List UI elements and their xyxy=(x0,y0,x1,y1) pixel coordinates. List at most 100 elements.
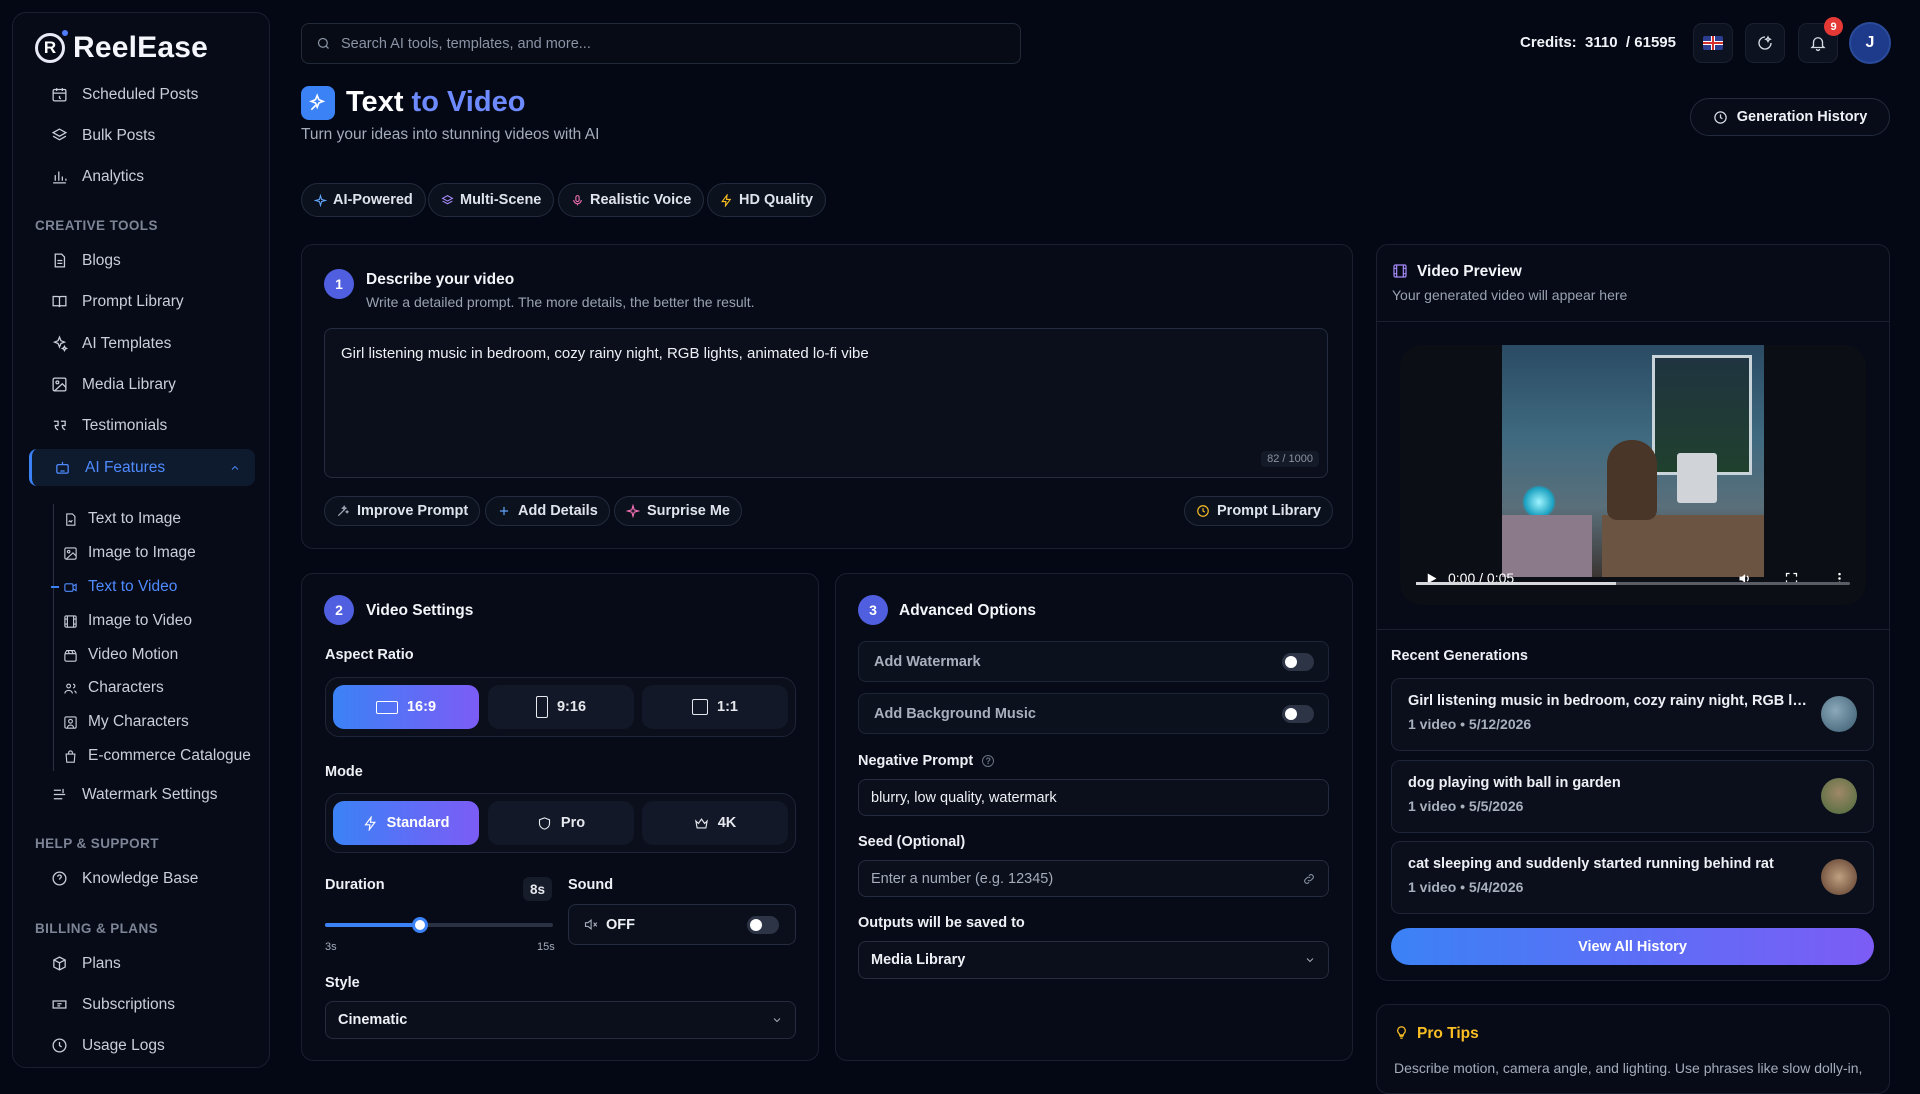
crown-icon xyxy=(694,817,708,828)
sidebar-subitem-text-to-video[interactable]: Text to Video xyxy=(50,572,177,602)
search-input[interactable] xyxy=(341,35,981,52)
recent-generation-item[interactable]: dog playing with ball in garden 1 video … xyxy=(1391,760,1874,833)
app-logo[interactable]: R ReelEase xyxy=(35,30,208,65)
language-button[interactable] xyxy=(1693,23,1733,63)
sidebar-item-testimonials[interactable]: Testimonials xyxy=(29,407,255,444)
view-all-history-button[interactable]: View All History xyxy=(1391,928,1874,965)
aspect-9-16-option[interactable]: 9:16 xyxy=(488,685,634,729)
sidebar-subitem-text-to-image[interactable]: Text to Image xyxy=(63,504,181,534)
sound-toggle[interactable] xyxy=(747,916,779,934)
clock-icon xyxy=(1197,505,1209,517)
video-player[interactable]: 0:00 / 0:05 xyxy=(1400,345,1866,605)
sidebar-subitem-characters[interactable]: Characters xyxy=(63,673,164,703)
plus-icon xyxy=(499,506,509,516)
mode-option-label: Pro xyxy=(560,815,586,831)
sidebar-item-ai-features[interactable]: AI Features xyxy=(29,449,255,486)
chip-ai-powered: AI-Powered xyxy=(301,183,426,217)
aspect-1-1-option[interactable]: 1:1 xyxy=(642,685,788,729)
sidebar-subitem-my-characters[interactable]: My Characters xyxy=(63,707,189,737)
sidebar-subitem-image-to-video[interactable]: Image to Video xyxy=(63,606,192,636)
aspect-ratio-selector: 16:9 9:16 1:1 xyxy=(325,677,796,737)
prompt-library-button[interactable]: Prompt Library xyxy=(1184,496,1333,526)
sidebar-item-prompt-library[interactable]: Prompt Library xyxy=(29,283,255,320)
sidebar-subitem-image-to-image[interactable]: Image to Image xyxy=(63,538,196,568)
sidebar-item-blogs[interactable]: Blogs xyxy=(29,242,255,279)
square-ratio-icon xyxy=(692,699,709,715)
sound-value: OFF xyxy=(606,916,635,933)
duration-slider-handle[interactable] xyxy=(412,917,428,933)
seed-input[interactable]: Enter a number (e.g. 12345) xyxy=(858,860,1329,897)
sidebar-item-ai-templates[interactable]: AI Templates xyxy=(29,325,255,362)
microphone-icon xyxy=(573,194,582,205)
add-details-button[interactable]: Add Details xyxy=(485,496,610,526)
watermark-toggle[interactable] xyxy=(1282,653,1314,671)
sidebar-item-label: Usage Logs xyxy=(82,1036,165,1054)
lightbulb-icon xyxy=(1397,1026,1406,1039)
credits-used: 3110 xyxy=(1585,34,1618,51)
sidebar-subitem-label: My Characters xyxy=(88,713,189,730)
search-bar[interactable] xyxy=(301,23,1021,64)
duration-min-label: 3s xyxy=(325,941,337,953)
sidebar-item-knowledge-base[interactable]: Knowledge Base xyxy=(29,860,255,897)
mode-pro-option[interactable]: Pro xyxy=(488,801,634,845)
recent-generation-item[interactable]: cat sleeping and suddenly started runnin… xyxy=(1391,841,1874,914)
sidebar-item-label: AI Features xyxy=(85,458,166,476)
sidebar-item-bulk-posts[interactable]: Bulk Posts xyxy=(29,117,255,154)
sidebar-item-scheduled-posts[interactable]: Scheduled Posts xyxy=(29,76,255,113)
generation-history-button[interactable]: Generation History xyxy=(1690,98,1890,136)
history-clock-icon xyxy=(1713,110,1727,124)
describe-title: Describe your video xyxy=(366,271,515,288)
section-help-support: HELP & SUPPORT xyxy=(35,836,159,851)
aspect-16-9-option[interactable]: 16:9 xyxy=(333,685,479,729)
generation-thumbnail xyxy=(1821,859,1857,895)
sidebar-item-analytics[interactable]: Analytics xyxy=(29,158,255,195)
prompt-library-label: Prompt Library xyxy=(1217,503,1321,519)
sidebar-item-plans[interactable]: Plans xyxy=(29,945,255,982)
sidebar-subitem-video-motion[interactable]: Video Motion xyxy=(63,640,178,670)
search-icon xyxy=(317,37,329,49)
video-icon xyxy=(64,582,77,592)
style-select[interactable]: Cinematic xyxy=(325,1001,796,1039)
mode-standard-option[interactable]: Standard xyxy=(333,801,479,845)
sidebar-subitem-ecommerce-catalogue[interactable]: E-commerce Catalogue xyxy=(63,741,251,771)
sidebar-item-label: Plans xyxy=(82,954,121,972)
bar-chart-icon xyxy=(53,171,67,184)
improve-prompt-button[interactable]: Improve Prompt xyxy=(324,496,481,526)
info-icon[interactable]: ? xyxy=(982,755,995,768)
link-icon[interactable] xyxy=(1302,872,1316,886)
sidebar-item-usage-logs[interactable]: Usage Logs xyxy=(29,1027,255,1064)
add-background-music-label: Add Background Music xyxy=(874,705,1036,722)
page-subtitle: Turn your ideas into stunning videos wit… xyxy=(301,126,600,143)
add-background-music-row[interactable]: Add Background Music xyxy=(858,693,1329,734)
sidebar-item-subscriptions[interactable]: Subscriptions xyxy=(29,986,255,1023)
chip-hd-quality: HD Quality xyxy=(707,183,827,217)
sound-toggle-box[interactable]: OFF xyxy=(568,904,796,945)
sidebar-item-label: Blogs xyxy=(82,251,121,269)
chevron-up-icon[interactable] xyxy=(229,462,241,474)
user-avatar[interactable]: J xyxy=(1849,22,1891,64)
pro-tips-card xyxy=(1376,1004,1890,1094)
output-location-select[interactable]: Media Library xyxy=(858,941,1329,979)
surprise-me-label: Surprise Me xyxy=(647,503,730,519)
ticket-icon xyxy=(52,1000,67,1009)
advanced-options-title: Advanced Options xyxy=(899,602,1036,619)
background-music-toggle[interactable] xyxy=(1282,705,1314,723)
surprise-me-button[interactable]: Surprise Me xyxy=(614,496,742,526)
duration-slider[interactable] xyxy=(325,917,553,933)
negative-prompt-input[interactable]: blurry, low quality, watermark xyxy=(858,779,1329,816)
mode-4k-option[interactable]: 4K xyxy=(642,801,788,845)
add-watermark-row[interactable]: Add Watermark xyxy=(858,641,1329,682)
theme-toggle-button[interactable] xyxy=(1745,23,1785,63)
mode-option-label: Standard xyxy=(386,815,450,831)
sidebar-item-label: Testimonials xyxy=(82,416,168,434)
sidebar-item-media-library[interactable]: Media Library xyxy=(29,366,255,403)
prompt-textarea[interactable]: Girl listening music in bedroom, cozy ra… xyxy=(324,328,1328,478)
video-preview-title: Video Preview xyxy=(1417,263,1522,280)
sidebar-subitem-label: Image to Image xyxy=(88,544,196,561)
recent-generation-item[interactable]: Girl listening music in bedroom, cozy ra… xyxy=(1391,678,1874,751)
sidebar-item-label: Prompt Library xyxy=(82,292,184,310)
duration-value-badge: 8s xyxy=(523,877,552,901)
sidebar-item-watermark-settings[interactable]: Watermark Settings xyxy=(29,776,255,813)
mode-label: Mode xyxy=(325,764,363,780)
video-progress-bar[interactable] xyxy=(1416,582,1850,585)
